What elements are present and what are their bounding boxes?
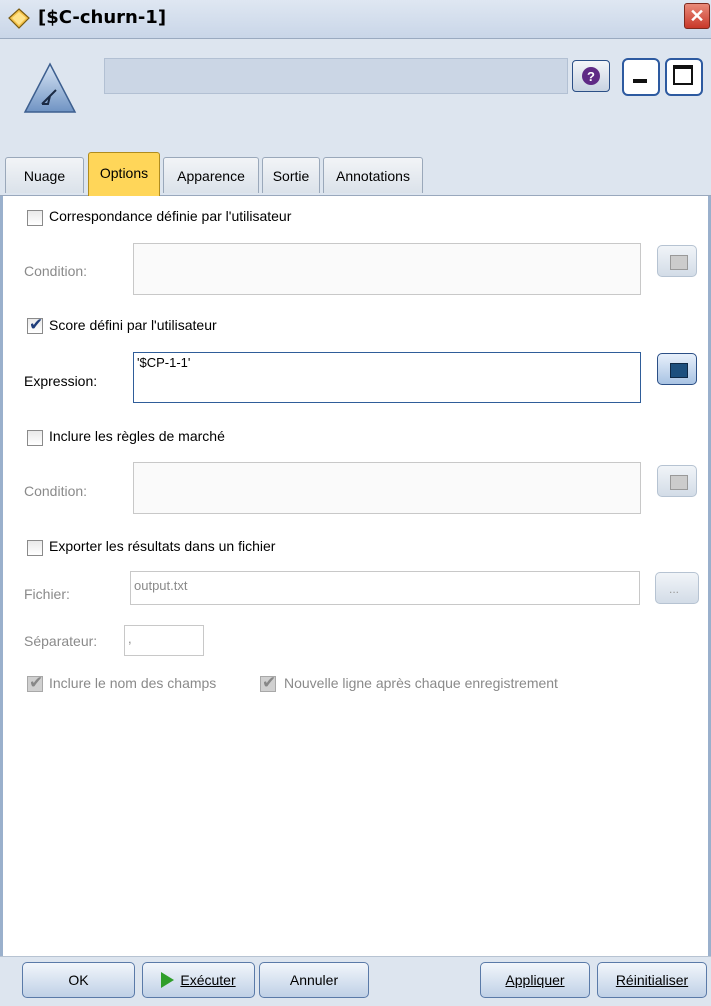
apply-button[interactable]: Appliquer (480, 962, 590, 998)
match-condition-builder-button[interactable] (657, 245, 697, 277)
tab-apparence[interactable]: Apparence (163, 157, 259, 193)
user-match-checkbox[interactable] (27, 210, 43, 226)
user-match-label: Correspondance définie par l'utilisateur (49, 208, 292, 224)
model-node-icon (23, 62, 77, 113)
file-field[interactable]: output.txt (130, 571, 640, 605)
tab-annotations[interactable]: Annotations (323, 157, 423, 193)
market-rules-label: Inclure les règles de marché (49, 428, 225, 444)
window-title: [$C-churn-1] (38, 7, 167, 28)
match-condition-label: Condition: (24, 263, 88, 279)
calculator-icon (670, 255, 688, 270)
header-band (0, 39, 711, 151)
separator-field[interactable]: , (124, 625, 204, 656)
match-condition-field[interactable] (133, 243, 641, 295)
file-browse-button[interactable]: ... (655, 572, 699, 604)
node-name-field[interactable] (104, 58, 568, 94)
execute-button-label: Exécuter (180, 972, 236, 988)
expression-field[interactable]: '$CP-1-1' (133, 352, 641, 403)
ellipsis-icon: ... (669, 582, 680, 596)
ok-button[interactable]: OK (22, 962, 135, 998)
tab-nuage[interactable]: Nuage (5, 157, 84, 193)
expression-builder-button[interactable] (657, 353, 697, 385)
play-icon (161, 972, 175, 988)
maximize-button[interactable] (665, 58, 703, 96)
newline-after-record-checkbox[interactable] (260, 673, 276, 693)
tab-options[interactable]: Options (88, 152, 160, 196)
export-checkbox[interactable] (27, 540, 43, 556)
close-button[interactable]: ✕ (684, 3, 710, 29)
minimize-button[interactable] (622, 58, 660, 96)
reset-button-label: Réinitialiser (615, 972, 689, 988)
tab-sortie[interactable]: Sortie (262, 157, 320, 193)
execute-button[interactable]: Exécuter (142, 962, 255, 998)
apply-button-label: Appliquer (505, 972, 565, 988)
title-bar: [$C-churn-1] ✕ (0, 0, 711, 39)
user-score-checkbox[interactable] (27, 315, 43, 335)
newline-after-record-label: Nouvelle ligne après chaque enregistreme… (284, 675, 558, 691)
help-icon: ? (582, 67, 600, 85)
include-field-names-label: Inclure le nom des champs (49, 675, 217, 691)
include-field-names-checkbox[interactable] (27, 673, 43, 693)
calculator-icon (670, 363, 688, 378)
market-condition-builder-button[interactable] (657, 465, 697, 497)
maximize-icon (673, 65, 693, 85)
help-button[interactable]: ? (572, 60, 610, 92)
expression-label: Expression: (24, 373, 98, 389)
market-condition-label: Condition: (24, 483, 88, 499)
cancel-button[interactable]: Annuler (259, 962, 369, 998)
market-rules-checkbox[interactable] (27, 430, 43, 446)
cancel-button-label: Annuler (289, 972, 339, 988)
user-score-label: Score défini par l'utilisateur (49, 317, 217, 333)
reset-button[interactable]: Réinitialiser (597, 962, 707, 998)
minimize-icon (633, 79, 647, 83)
node-diamond-icon (8, 8, 30, 29)
market-condition-field[interactable] (133, 462, 641, 514)
calculator-icon (670, 475, 688, 490)
export-label: Exporter les résultats dans un fichier (49, 538, 276, 554)
separator-label: Séparateur: (24, 633, 98, 649)
file-label: Fichier: (24, 586, 70, 602)
ok-button-label: OK (68, 972, 89, 988)
dialog-window: [$C-churn-1] ✕ ? Nuage Options Apparence… (0, 0, 711, 1006)
